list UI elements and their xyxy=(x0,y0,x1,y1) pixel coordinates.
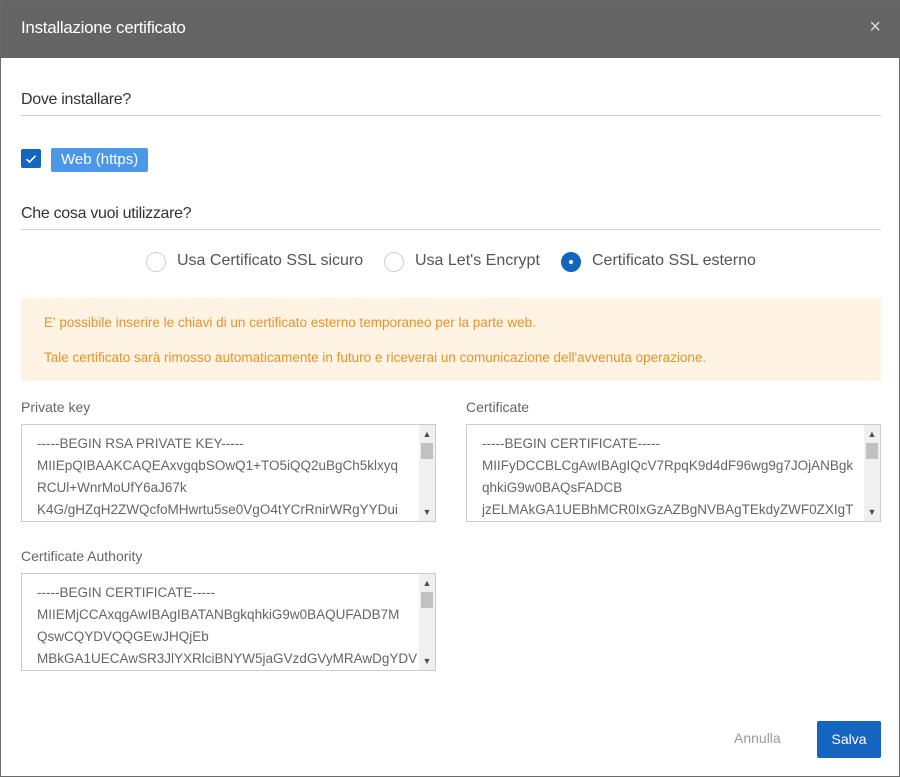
text-line: RCUl+WnrMoUfY6aJ67k xyxy=(37,480,187,495)
scroll-down-icon[interactable]: ▼ xyxy=(419,505,435,519)
text-line: MIIEMjCCAxqgAwIBAgIBATANBgkqhkiG9w0BAQUF… xyxy=(37,607,400,622)
text-line: -----BEGIN RSA PRIVATE KEY----- xyxy=(37,436,244,451)
what-heading: Che cosa vuoi utilizzare? xyxy=(21,205,192,222)
web-https-option[interactable]: Web (https) xyxy=(51,148,149,172)
radio-label: Usa Certificato SSL sicuro xyxy=(177,252,364,269)
scroll-up-icon[interactable]: ▲ xyxy=(419,576,435,590)
ca-content: -----BEGIN CERTIFICATE----- MIIEMjCCAxqg… xyxy=(37,582,417,670)
text-line: K4G/gHZqH2ZWQcfoMHwrtu5se0VgO4tYCrRnirWR… xyxy=(37,502,398,517)
warning-alert: E' possibile inserire le chiavi di un ce… xyxy=(21,298,881,381)
certificate-content: -----BEGIN CERTIFICATE----- MIIFyDCCBLCg… xyxy=(482,433,862,521)
scrollbar-thumb[interactable] xyxy=(421,443,433,459)
dialog-title: Installazione certificato xyxy=(21,18,186,37)
scroll-down-icon[interactable]: ▼ xyxy=(864,505,880,519)
radio-button[interactable] xyxy=(146,252,166,272)
scroll-up-icon[interactable]: ▲ xyxy=(419,427,435,441)
vertical-scrollbar[interactable]: ▲ ▼ xyxy=(864,425,880,521)
where-heading: Dove installare? xyxy=(21,91,131,108)
text-line: qhkiG9w0BAQsFADCB xyxy=(482,480,623,495)
radio-label: Certificato SSL esterno xyxy=(592,252,756,269)
cancel-button[interactable]: Annulla xyxy=(734,730,781,746)
text-line: jzELMAkGA1UEBhMCR0IxGzAZBgNVBAgTEkdyZWF0… xyxy=(482,502,854,517)
text-line: MIIEpQIBAAKCAQEAxvgqbSOwQ1+TO5iQQ2uBgCh5… xyxy=(37,458,399,473)
certificate-label: Certificate xyxy=(466,399,530,415)
vertical-scrollbar[interactable]: ▲ ▼ xyxy=(419,574,435,670)
alert-line-1: E' possibile inserire le chiavi di un ce… xyxy=(44,315,536,330)
radio-button-selected[interactable] xyxy=(561,252,581,272)
certificate-textarea[interactable]: -----BEGIN CERTIFICATE----- MIIFyDCCBLCg… xyxy=(466,424,881,522)
text-line: MIIFyDCCBLCgAwIBAgIQcV7RpqK9d4dF96wg9g7J… xyxy=(482,458,854,473)
certificate-dialog: Installazione certificato × Dove install… xyxy=(0,0,900,777)
text-line: MBkGA1UECAwSR3JlYXRlciBNYW5jaGVzdGVyMRAw… xyxy=(37,651,417,666)
vertical-scrollbar[interactable]: ▲ ▼ xyxy=(419,425,435,521)
close-icon[interactable]: × xyxy=(869,14,881,40)
ca-textarea[interactable]: -----BEGIN CERTIFICATE----- MIIEMjCCAxqg… xyxy=(21,573,436,671)
dialog-titlebar: Installazione certificato × xyxy=(1,1,900,58)
text-line: QswCQYDVQQGEwJHQjEb xyxy=(37,629,209,644)
web-https-checkbox[interactable] xyxy=(21,149,41,168)
scroll-down-icon[interactable]: ▼ xyxy=(419,654,435,668)
scrollbar-thumb[interactable] xyxy=(421,592,433,608)
save-button[interactable]: Salva xyxy=(817,721,881,758)
what-divider xyxy=(21,229,881,230)
ca-label: Certificate Authority xyxy=(21,548,143,564)
scrollbar-thumb[interactable] xyxy=(866,443,878,459)
alert-line-2: Tale certificato sarà rimosso automatica… xyxy=(44,350,707,365)
private-key-label: Private key xyxy=(21,399,91,415)
radio-button[interactable] xyxy=(384,252,404,272)
private-key-textarea[interactable]: -----BEGIN RSA PRIVATE KEY----- MIIEpQIB… xyxy=(21,424,436,522)
radio-label: Usa Let's Encrypt xyxy=(415,252,540,269)
checkmark-icon xyxy=(25,154,37,163)
text-line: -----BEGIN CERTIFICATE----- xyxy=(37,585,215,600)
private-key-content: -----BEGIN RSA PRIVATE KEY----- MIIEpQIB… xyxy=(37,433,417,521)
where-divider xyxy=(21,115,881,116)
text-line: -----BEGIN CERTIFICATE----- xyxy=(482,436,660,451)
scroll-up-icon[interactable]: ▲ xyxy=(864,427,880,441)
